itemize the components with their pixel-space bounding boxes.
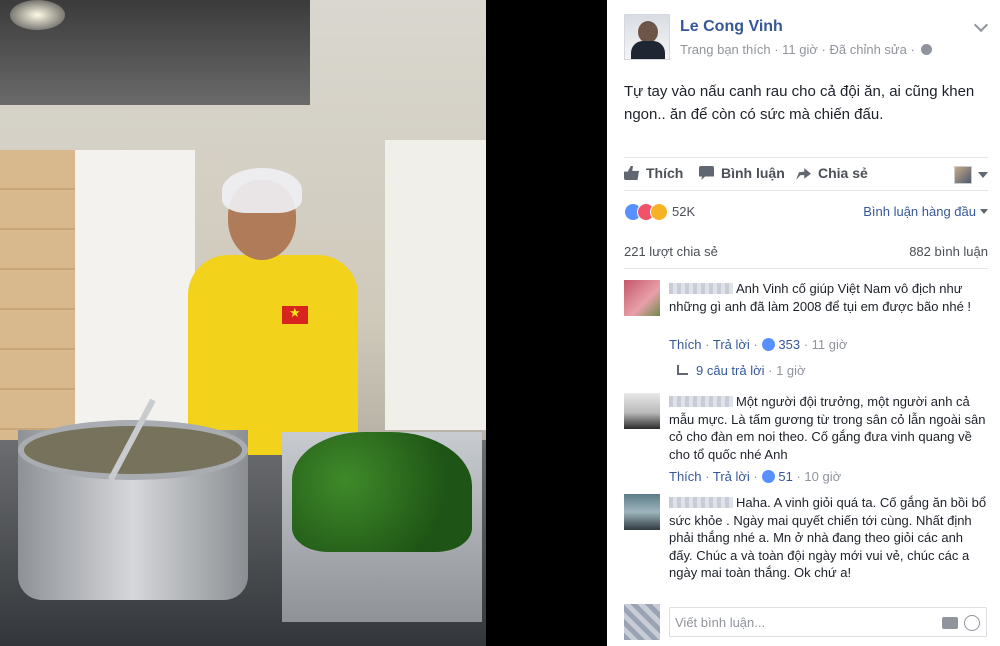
replies-time: 1 giờ (776, 363, 806, 378)
meta-separator: · (910, 42, 915, 57)
photo-cabinet (385, 140, 486, 430)
page-avatar-icon (954, 166, 972, 184)
commenter-avatar[interactable] (624, 280, 660, 316)
comment-sort-dropdown[interactable]: Bình luận hàng đầu (863, 204, 988, 219)
comment-like-link[interactable]: Thích (669, 469, 702, 484)
meta-edited[interactable]: Đã chỉnh sửa (829, 42, 906, 57)
current-user-avatar (624, 604, 660, 640)
post-meta: Trang bạn thích · 11 giờ · Đã chỉnh sửa … (680, 42, 933, 57)
commenter-avatar[interactable] (624, 393, 660, 429)
post-header: Le Cong Vinh Trang bạn thích · 11 giờ · … (624, 14, 994, 64)
photo-wood-panel (0, 150, 80, 450)
share-button[interactable]: Chia sẻ (796, 165, 868, 181)
caret-down-icon (978, 172, 988, 178)
like-label: Thích (646, 165, 684, 181)
photo-door (75, 150, 195, 440)
chevron-down-icon[interactable] (973, 17, 989, 33)
share-label: Chia sẻ (818, 165, 868, 181)
comment-body: Một người đội trưởng, một người anh cả m… (669, 393, 989, 463)
comment-time[interactable]: 11 giờ (812, 337, 848, 352)
comment-like-link[interactable]: Thích (669, 337, 702, 352)
commenter-avatar[interactable] (624, 494, 660, 530)
comment-body: Haha. A vinh giỏi quá ta. Cố gắng ăn bồi… (669, 494, 989, 582)
post-panel: Le Cong Vinh Trang bạn thích · 11 giờ · … (607, 0, 1000, 646)
footer-separator: · (705, 337, 713, 352)
footer-separator: · (753, 469, 762, 484)
photo-hair-net (222, 168, 302, 213)
sort-label: Bình luận hàng đầu (863, 204, 976, 219)
comment-input[interactable]: Viết bình luận... (669, 607, 987, 637)
thumbs-up-icon (624, 166, 639, 180)
reply-arrow-icon (677, 365, 688, 375)
comment-time[interactable]: 10 giờ (804, 469, 841, 484)
comment-icon (699, 166, 714, 180)
photo-leafy-greens (292, 432, 472, 552)
commenter-name-blurred[interactable] (669, 396, 733, 407)
share-count[interactable]: 221 lượt chia sẻ (624, 244, 718, 259)
emoji-icon[interactable] (964, 615, 980, 631)
comment-label: Bình luận (721, 165, 785, 181)
post-as-selector[interactable] (954, 166, 988, 184)
meta-time[interactable]: 11 giờ (782, 42, 818, 57)
post-text: Tự tay vào nấu canh rau cho cả đội ăn, a… (624, 83, 975, 123)
like-reaction-icon (762, 470, 776, 483)
comment-input-placeholder: Viết bình luận... (675, 615, 766, 630)
photo-flag-badge (282, 305, 308, 324)
like-button[interactable]: Thích (624, 165, 683, 181)
meta-separator: · (774, 42, 783, 57)
commenter-name-blurred[interactable] (669, 497, 733, 508)
share-icon (796, 168, 811, 180)
comment-composer: Viết bình luận... (624, 604, 992, 640)
reaction-summary[interactable]: 52K Bình luận hàng đầu (624, 202, 988, 224)
camera-icon[interactable] (942, 617, 958, 629)
author-name[interactable]: Le Cong Vinh (680, 18, 783, 36)
footer-separator: · (705, 469, 713, 484)
caret-down-icon (980, 209, 988, 214)
divider (624, 268, 988, 269)
like-reaction-icon (762, 338, 776, 351)
photo-gutter (486, 0, 607, 646)
comment-footer: Thích · Trả lời · 51 · 10 giờ (669, 469, 841, 484)
photo-yellow-shirt (188, 255, 358, 455)
photo-ceiling-light (10, 0, 65, 30)
view-replies-link[interactable]: 9 câu trả lời · 1 giờ (677, 363, 806, 378)
replies-label: 9 câu trả lời (696, 363, 765, 378)
share-comment-counts: 221 lượt chia sẻ 882 bình luận (624, 244, 988, 262)
comment-footer: Thích · Trả lời · 353 · 11 giờ (669, 337, 847, 352)
footer-separator: · (803, 337, 812, 352)
action-bar: Thích Bình luận Chia sẻ (624, 157, 988, 191)
commenter-name-blurred[interactable] (669, 283, 733, 294)
footer-separator: · (753, 337, 762, 352)
comment-body: Anh Vinh cố giúp Việt Nam vô địch như nh… (669, 280, 989, 315)
comment-reply-link[interactable]: Trả lời (713, 469, 750, 484)
footer-separator: · (764, 363, 777, 378)
reaction-count[interactable]: 52K (672, 204, 695, 219)
comment-reply-link[interactable]: Trả lời (713, 337, 750, 352)
comment-count[interactable]: 882 bình luận (909, 244, 988, 259)
comment-like-count[interactable]: 51 (778, 469, 792, 484)
comment-like-count[interactable]: 353 (778, 337, 800, 352)
globe-icon (921, 44, 933, 55)
meta-page-link[interactable]: Trang bạn thích (680, 42, 771, 57)
post-photo[interactable] (0, 0, 486, 646)
author-avatar[interactable] (624, 14, 670, 60)
haha-reaction-icon (650, 203, 668, 221)
